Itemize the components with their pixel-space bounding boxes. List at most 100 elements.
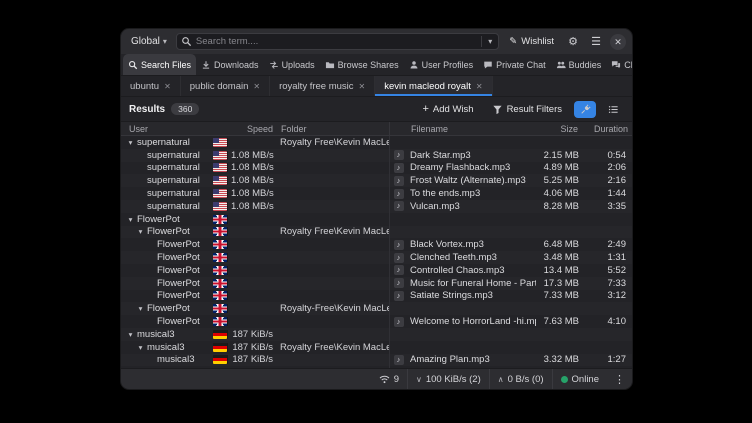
expander-icon[interactable]: ▾ (126, 138, 135, 147)
upload-rate-value: 0 B/s (0) (508, 374, 544, 385)
close-icon[interactable]: ✕ (253, 82, 260, 91)
statusbar-menu-button[interactable]: ⋮ (607, 373, 632, 386)
column-header-size[interactable]: Size (536, 124, 582, 134)
column-header-user[interactable]: User (121, 124, 213, 134)
online-status[interactable]: Online (552, 369, 607, 389)
tab-buddies[interactable]: Buddies (551, 54, 607, 75)
row-filename: Clenched Teeth.mp3 (407, 252, 536, 263)
row-user: musical3 (157, 354, 195, 365)
table-row[interactable]: supernatural 1.08 MB/s ♪ To the ends.mp3… (121, 187, 632, 200)
table-row[interactable]: FlowerPot ♪ Music for Funeral Home - Par… (121, 277, 632, 290)
tab-label: Search Files (141, 60, 191, 70)
column-header-duration[interactable]: Duration (582, 124, 632, 134)
row-filename: Black Vortex.mp3 (407, 239, 536, 250)
table-row[interactable]: ▾ FlowerPot (121, 213, 632, 226)
expander-icon[interactable]: ▾ (126, 330, 135, 339)
app-window: Global ▾ ▾ ✎ Wishlist ⚙ ☰ ✕ Search Files (120, 28, 633, 390)
close-icon: ✕ (614, 37, 622, 47)
close-icon[interactable]: ✕ (164, 82, 171, 91)
filter-funnel-icon (492, 104, 503, 115)
tab-search-files[interactable]: Search Files (123, 54, 196, 75)
statusbar: 9 ∨ 100 KiB/s (2) ∧ 0 B/s (0) Online ⋮ (121, 368, 632, 389)
gb-flag-icon (213, 279, 227, 288)
plug-icon (580, 104, 591, 115)
table-row[interactable]: FlowerPot ♪ Satiate Strings.mp3 7.33 MB … (121, 290, 632, 303)
online-status-label: Online (572, 374, 599, 385)
row-folder: Royalty Free\Kevin MacLeod\Music( (277, 226, 389, 237)
column-header-speed[interactable]: Speed (231, 124, 277, 134)
preferences-button[interactable]: ⚙ (564, 33, 582, 51)
tab-chat-rooms[interactable]: Chat Rooms (606, 54, 633, 75)
expander-icon[interactable]: ▾ (136, 343, 145, 352)
table-row[interactable]: musical3 187 KiB/s ♪ Amazing Plan.mp3 3.… (121, 354, 632, 367)
column-header-file-icon[interactable] (389, 122, 407, 135)
tab-downloads[interactable]: Downloads (196, 54, 264, 75)
expander-icon[interactable]: ▾ (126, 215, 135, 224)
search-tab-public-domain[interactable]: public domain ✕ (181, 76, 270, 96)
wifi-icon (379, 374, 390, 385)
music-note-icon: ♪ (394, 278, 404, 288)
upload-rate[interactable]: ∧ 0 B/s (0) (489, 369, 552, 389)
download-rate[interactable]: ∨ 100 KiB/s (2) (407, 369, 489, 389)
table-row[interactable]: ▾ musical3 187 KiB/s Royalty Free\Kevin … (121, 341, 632, 354)
search-tab-label: public domain (190, 81, 249, 92)
table-row[interactable]: ▾ supernatural Royalty Free\Kevin MacLeo… (121, 136, 632, 149)
row-filename: Amazing Plan.mp3 (407, 354, 536, 365)
tab-private-chat[interactable]: Private Chat (478, 54, 551, 75)
column-header-filename[interactable]: Filename (407, 124, 536, 134)
menu-button[interactable]: ☰ (587, 33, 605, 51)
search-tab-ubuntu[interactable]: ubuntu ✕ (121, 76, 181, 96)
search-tab-kevin-macleod[interactable]: kevin macleod royalt ✕ (375, 76, 492, 96)
search-history-dropdown-icon[interactable]: ▾ (486, 37, 494, 46)
tab-label: Chat Rooms (624, 60, 633, 70)
gb-flag-icon (213, 253, 227, 262)
row-duration: 2:16 (582, 175, 632, 186)
list-view-button[interactable] (602, 101, 624, 118)
expander-icon[interactable]: ▾ (136, 227, 145, 236)
table-row[interactable]: supernatural 1.08 MB/s ♪ Dreamy Flashbac… (121, 162, 632, 175)
search-input[interactable] (196, 36, 477, 47)
row-folder: Royalty Free\Kevin MacLeod\K'me (277, 342, 389, 353)
search-icon (181, 36, 192, 47)
row-filename: Vulcan.mp3 (407, 201, 536, 212)
close-button[interactable]: ✕ (610, 34, 626, 50)
table-row[interactable]: supernatural 1.08 MB/s ♪ Frost Waltz (Al… (121, 174, 632, 187)
row-filename: Welcome to HorrorLand -hi.mp3 (407, 316, 536, 327)
chat-bubble-icon (483, 60, 493, 70)
table-row[interactable]: ▾ FlowerPot Royalty Free\Kevin MacLeod\M… (121, 226, 632, 239)
row-user: FlowerPot (157, 265, 200, 276)
table-row[interactable]: FlowerPot ♪ Black Vortex.mp3 6.48 MB 2:4… (121, 238, 632, 251)
table-row[interactable]: supernatural 1.08 MB/s ♪ Dark Star.mp3 2… (121, 149, 632, 162)
table-row[interactable]: FlowerPot ♪ Controlled Chaos.mp3 13.4 MB… (121, 264, 632, 277)
search-entry[interactable]: ▾ (176, 33, 499, 50)
table-row[interactable]: supernatural 1.08 MB/s ♪ Vulcan.mp3 8.28… (121, 200, 632, 213)
close-icon[interactable]: ✕ (359, 82, 366, 91)
table-row[interactable]: ▾ musical3 187 KiB/s (121, 328, 632, 341)
search-tab-royalty-free-music[interactable]: royalty free music ✕ (270, 76, 375, 96)
grouping-toggle-button[interactable] (574, 101, 596, 118)
table-row[interactable]: ▾ FlowerPot Royalty-Free\Kevin MacLeod\M… (121, 302, 632, 315)
connection-stats[interactable]: 9 (371, 369, 407, 389)
row-duration: 7:33 (582, 278, 632, 289)
table-row[interactable]: FlowerPot ♪ Welcome to HorrorLand -hi.mp… (121, 315, 632, 328)
plus-icon: + (422, 105, 428, 114)
result-filters-button[interactable]: Result Filters (486, 102, 568, 117)
results-label: Results (129, 104, 165, 115)
wishlist-button[interactable]: ✎ Wishlist (504, 34, 559, 49)
expander-icon[interactable]: ▾ (136, 304, 145, 313)
divider (481, 36, 482, 47)
column-header-folder[interactable]: Folder (277, 124, 389, 134)
tab-uploads[interactable]: Uploads (264, 54, 320, 75)
close-icon[interactable]: ✕ (476, 82, 483, 91)
row-duration: 1:31 (582, 252, 632, 263)
scope-dropdown[interactable]: Global ▾ (127, 34, 171, 49)
music-note-icon: ♪ (394, 291, 404, 301)
row-duration: 1:27 (582, 354, 632, 365)
tab-label: Private Chat (496, 60, 546, 70)
table-row[interactable]: FlowerPot ♪ Clenched Teeth.mp3 3.48 MB 1… (121, 251, 632, 264)
row-user: FlowerPot (137, 214, 180, 225)
music-note-icon: ♪ (394, 265, 404, 275)
tab-user-profiles[interactable]: User Profiles (404, 54, 479, 75)
tab-browse-shares[interactable]: Browse Shares (320, 54, 404, 75)
add-wish-button[interactable]: + Add Wish (416, 102, 479, 117)
